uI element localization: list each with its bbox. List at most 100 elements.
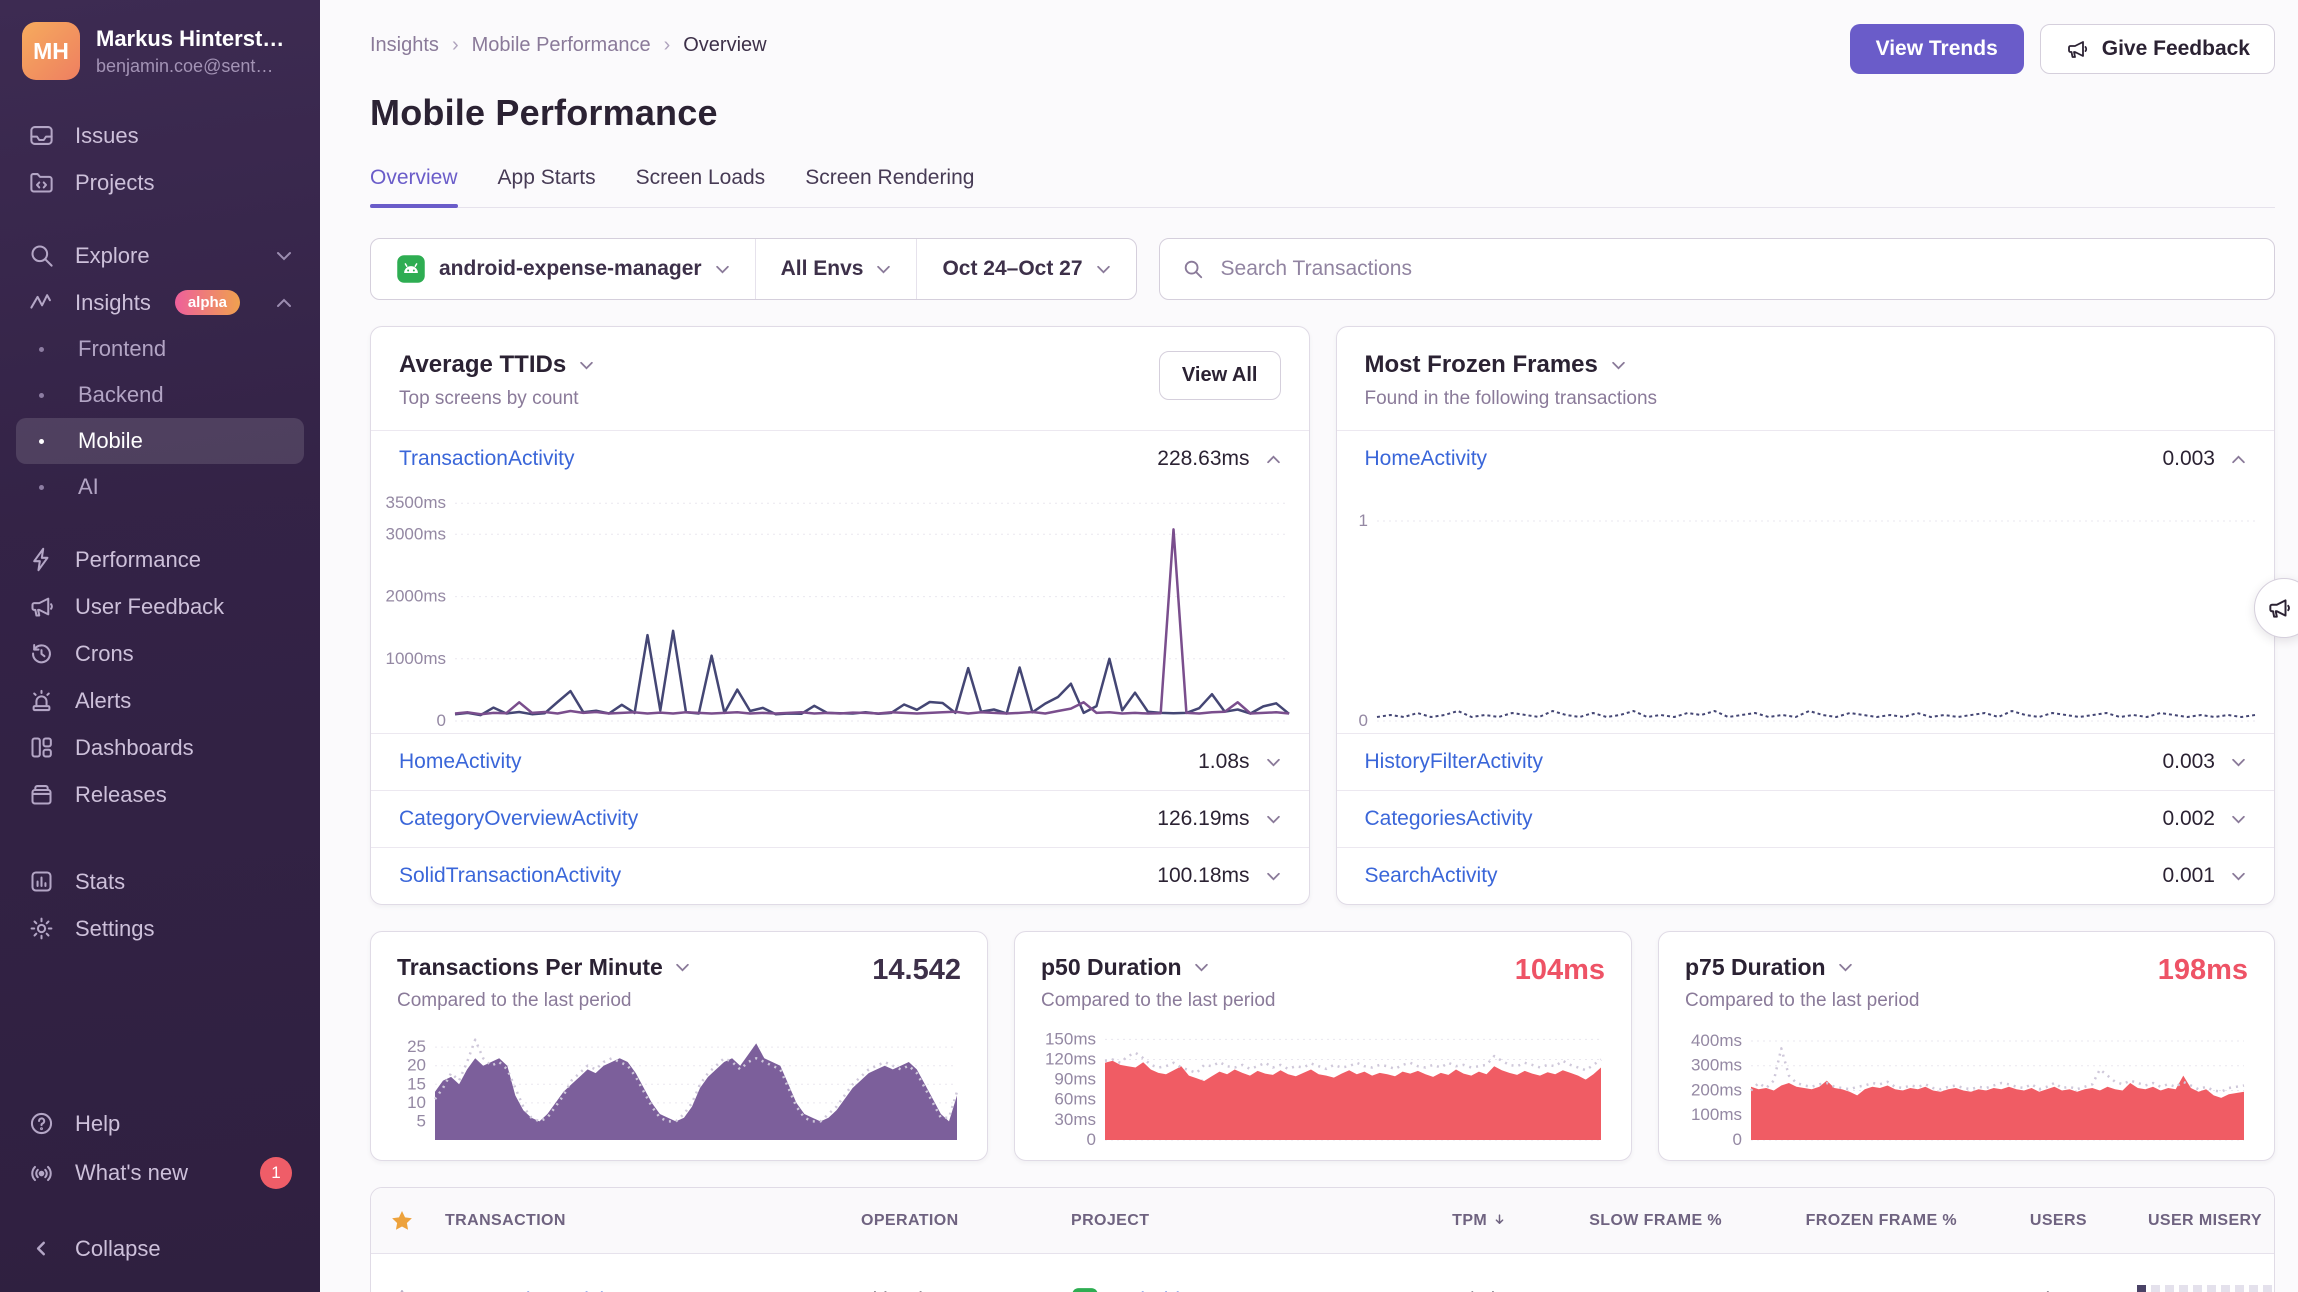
transaction-link[interactable]: SolidTransactionActivity bbox=[399, 864, 621, 888]
favorite-column-header[interactable] bbox=[371, 1208, 433, 1234]
transaction-link[interactable]: HistoryFilterActivity bbox=[1365, 750, 1544, 774]
sidebar-item-help[interactable]: Help bbox=[16, 1100, 304, 1147]
project-selector[interactable]: android-expense-manager bbox=[371, 239, 755, 299]
breadcrumb-mobile-performance[interactable]: Mobile Performance bbox=[472, 34, 651, 57]
view-all-button[interactable]: View All bbox=[1159, 351, 1281, 400]
svg-text:1000ms: 1000ms bbox=[386, 649, 446, 668]
ttid-trend-chart: 3500ms3000ms2000ms1000ms0 bbox=[377, 489, 1293, 727]
tab-overview[interactable]: Overview bbox=[370, 166, 458, 207]
sidebar-item-settings[interactable]: Settings bbox=[16, 905, 304, 952]
inbox-icon bbox=[28, 122, 55, 149]
sidebar-item-performance[interactable]: Performance bbox=[16, 536, 304, 583]
column-user-misery[interactable]: USER MISERY bbox=[2099, 1212, 2274, 1230]
view-trends-button[interactable]: View Trends bbox=[1850, 24, 2024, 74]
ttid-row-transactionactivity: TransactionActivity 228.63ms bbox=[371, 430, 1309, 487]
frozen-value[interactable]: 0.003 bbox=[2162, 750, 2246, 774]
svg-text:0: 0 bbox=[1358, 711, 1367, 727]
ttid-value[interactable]: 126.19ms bbox=[1157, 807, 1280, 831]
sidebar-item-dashboards[interactable]: Dashboards bbox=[16, 724, 304, 771]
svg-text:100ms: 100ms bbox=[1691, 1105, 1742, 1124]
sidebar-item-mobile[interactable]: Mobile bbox=[16, 418, 304, 464]
chevron-down-icon[interactable] bbox=[1194, 963, 1209, 972]
archive-box-icon bbox=[28, 781, 55, 808]
sidebar-item-label: Releases bbox=[75, 782, 167, 808]
sidebar-item-label: AI bbox=[78, 474, 99, 500]
sidebar-item-releases[interactable]: Releases bbox=[16, 771, 304, 818]
android-icon bbox=[396, 254, 426, 284]
column-tpm-label: TPM bbox=[1452, 1212, 1487, 1229]
sidebar-item-issues[interactable]: Issues bbox=[16, 112, 304, 159]
svg-text:30ms: 30ms bbox=[1054, 1110, 1096, 1129]
svg-text:60ms: 60ms bbox=[1054, 1090, 1096, 1109]
date-range-selector[interactable]: Oct 24–Oct 27 bbox=[916, 239, 1135, 299]
svg-text:200ms: 200ms bbox=[1691, 1081, 1742, 1100]
sidebar-item-whats-new[interactable]: What's new 1 bbox=[16, 1147, 304, 1199]
transaction-link[interactable]: HomeActivity bbox=[399, 750, 522, 774]
sidebar-item-explore[interactable]: Explore bbox=[16, 232, 304, 279]
tab-screen-rendering[interactable]: Screen Rendering bbox=[805, 166, 974, 207]
breadcrumb-insights[interactable]: Insights bbox=[370, 34, 439, 57]
transaction-link[interactable]: HomeActivity bbox=[1365, 447, 1488, 471]
sidebar-item-alerts[interactable]: Alerts bbox=[16, 677, 304, 724]
p75-value: 198ms bbox=[2158, 954, 2248, 987]
user-email: benjamin.coe@sent… bbox=[96, 56, 284, 77]
ttid-value[interactable]: 1.08s bbox=[1198, 750, 1280, 774]
tpm-card: Transactions Per Minute Compared to the … bbox=[370, 931, 988, 1161]
frozen-value[interactable]: 0.002 bbox=[2162, 807, 2246, 831]
p75-title: p75 Duration bbox=[1685, 954, 1826, 981]
column-slow-frame[interactable]: SLOW FRAME % bbox=[1519, 1212, 1734, 1230]
chevron-down-icon[interactable] bbox=[675, 963, 690, 972]
transaction-link[interactable]: TransactionActivity bbox=[399, 447, 574, 471]
transaction-link[interactable]: SearchActivity bbox=[1365, 864, 1498, 888]
user-menu[interactable]: MH Markus Hinterst… benjamin.coe@sent… bbox=[16, 20, 304, 82]
sidebar-item-label: Mobile bbox=[78, 428, 143, 454]
chevron-down-icon[interactable] bbox=[579, 361, 594, 370]
sidebar-item-label: Explore bbox=[75, 243, 150, 269]
p75-chart: 400ms300ms200ms100ms0 bbox=[1685, 1028, 2248, 1146]
give-feedback-button[interactable]: Give Feedback bbox=[2040, 24, 2275, 74]
lightning-icon bbox=[28, 546, 55, 573]
ttid-value[interactable]: 100.18ms bbox=[1157, 864, 1280, 888]
sidebar-item-label: What's new bbox=[75, 1160, 188, 1186]
sidebar-item-frontend[interactable]: Frontend bbox=[16, 326, 304, 372]
sidebar-item-label: Backend bbox=[78, 382, 164, 408]
frozen-value[interactable]: 0.001 bbox=[2162, 864, 2246, 888]
most-frozen-frames-card: Most Frozen Frames Found in the followin… bbox=[1336, 326, 2276, 905]
chevron-down-icon[interactable] bbox=[1838, 963, 1853, 972]
frozen-value[interactable]: 0.003 bbox=[2162, 447, 2246, 471]
environment-selector[interactable]: All Envs bbox=[755, 239, 917, 299]
table-row: TransactionActivity ui.load android-expe… bbox=[371, 1254, 2274, 1292]
column-operation[interactable]: OPERATION bbox=[849, 1212, 1059, 1230]
sidebar-collapse-button[interactable]: Collapse bbox=[16, 1225, 304, 1272]
sidebar-item-user-feedback[interactable]: User Feedback bbox=[16, 583, 304, 630]
search-transactions-input[interactable] bbox=[1219, 256, 2252, 282]
p50-subtitle: Compared to the last period bbox=[1041, 990, 1275, 1012]
ttid-value[interactable]: 228.63ms bbox=[1157, 447, 1280, 471]
sidebar-item-ai[interactable]: AI bbox=[16, 464, 304, 510]
svg-text:1: 1 bbox=[1358, 511, 1367, 530]
column-users[interactable]: USERS bbox=[1969, 1212, 2099, 1230]
sidebar-item-projects[interactable]: Projects bbox=[16, 159, 304, 206]
average-ttids-card: Average TTIDs Top screens by count View … bbox=[370, 326, 1310, 905]
column-tpm[interactable]: TPM bbox=[1369, 1212, 1519, 1230]
sidebar-item-label: User Feedback bbox=[75, 594, 224, 620]
favorite-toggle[interactable] bbox=[371, 1288, 433, 1292]
transaction-link[interactable]: CategoryOverviewActivity bbox=[399, 807, 638, 831]
svg-text:25: 25 bbox=[407, 1037, 426, 1056]
column-project[interactable]: PROJECT bbox=[1059, 1212, 1369, 1230]
transaction-link[interactable]: CategoriesActivity bbox=[1365, 807, 1533, 831]
chevron-down-icon[interactable] bbox=[1611, 361, 1626, 370]
tab-app-starts[interactable]: App Starts bbox=[498, 166, 596, 207]
sidebar-item-stats[interactable]: Stats bbox=[16, 858, 304, 905]
tab-screen-loads[interactable]: Screen Loads bbox=[636, 166, 766, 207]
sidebar-item-insights[interactable]: Insights alpha bbox=[16, 279, 304, 326]
ttid-value-text: 100.18ms bbox=[1157, 864, 1249, 888]
column-transaction[interactable]: TRANSACTION bbox=[433, 1212, 849, 1230]
column-frozen-frame[interactable]: FROZEN FRAME % bbox=[1734, 1212, 1969, 1230]
star-icon bbox=[389, 1208, 415, 1234]
sidebar-item-crons[interactable]: Crons bbox=[16, 630, 304, 677]
sidebar-item-backend[interactable]: Backend bbox=[16, 372, 304, 418]
frozen-value-text: 0.001 bbox=[2162, 864, 2215, 888]
chevron-down-icon bbox=[715, 265, 730, 274]
p75-subtitle: Compared to the last period bbox=[1685, 990, 1919, 1012]
